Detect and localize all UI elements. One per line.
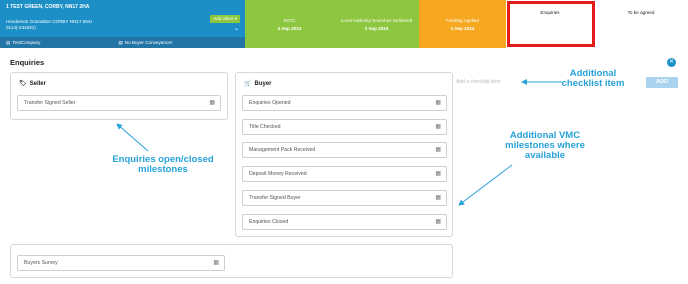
- arrow-vmc: [458, 164, 513, 206]
- annotation-arrows: [116, 79, 562, 206]
- arrow-enquiries: [116, 123, 149, 152]
